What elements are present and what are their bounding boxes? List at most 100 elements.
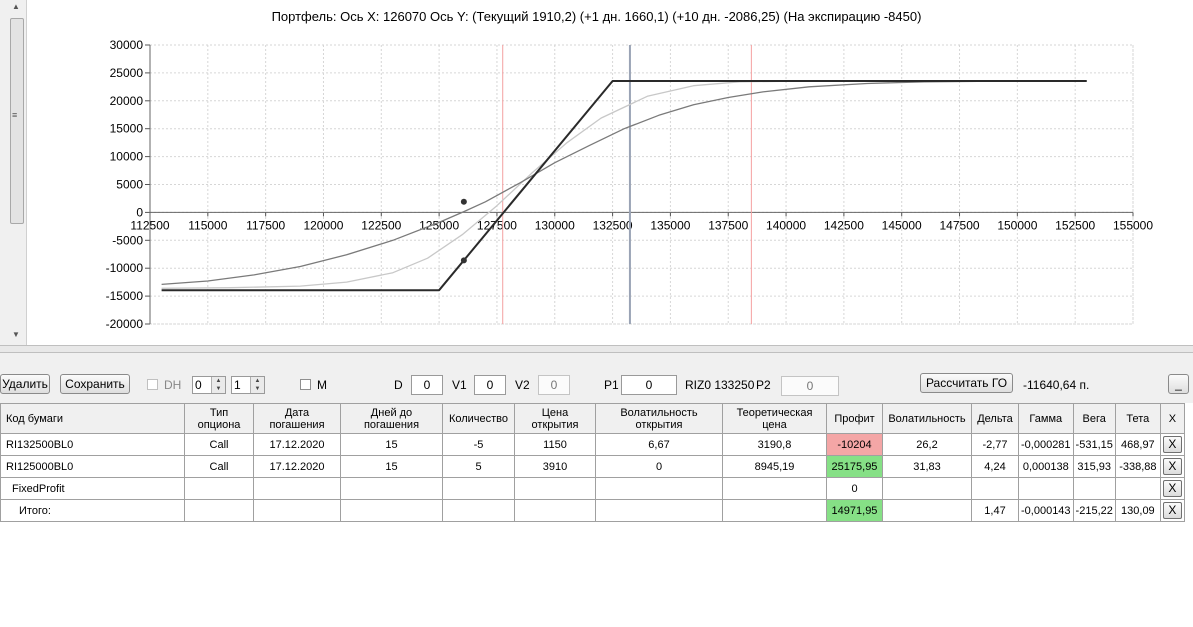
remove-row-button[interactable]: X (1162, 502, 1182, 519)
cell-days[interactable] (340, 499, 443, 522)
cell-open-price[interactable] (514, 477, 596, 500)
remove-row-button[interactable]: X (1162, 480, 1182, 497)
cell-theta[interactable] (1114, 477, 1161, 500)
col-header-vol[interactable]: Волатильность (882, 403, 972, 434)
cell-theo-price[interactable] (722, 499, 827, 522)
cell-open-vol[interactable] (595, 477, 723, 500)
cell-open-price[interactable]: 3910 (514, 455, 596, 478)
col-header-open-vol[interactable]: Волатильность открытия (595, 403, 723, 434)
table-row-total[interactable]: Итого: 14971,95 1,47 -0,000143 -215,22 1… (0, 499, 1185, 522)
scroll-up-icon[interactable]: ▲ (12, 2, 20, 11)
cell-code[interactable]: RI132500BL0 (0, 433, 185, 456)
cell-type[interactable] (184, 477, 254, 500)
cell-vol[interactable] (882, 477, 972, 500)
cell-vol[interactable]: 26,2 (882, 433, 972, 456)
remove-row-button[interactable]: X (1162, 436, 1182, 453)
cell-theo-price[interactable]: 3190,8 (722, 433, 827, 456)
cell-qty[interactable] (442, 477, 515, 500)
cell-open-vol[interactable]: 6,67 (595, 433, 723, 456)
cell-gamma[interactable] (1018, 477, 1074, 500)
cell-delta[interactable] (971, 477, 1019, 500)
delete-button[interactable]: Удалить (0, 374, 50, 394)
v2-input[interactable]: 0 (538, 375, 570, 395)
col-header-delta[interactable]: Дельта (971, 403, 1019, 434)
cell-vega[interactable]: 315,93 (1072, 455, 1116, 478)
cell-profit[interactable]: -10204 (826, 433, 883, 456)
cell-vega[interactable]: -215,22 (1072, 499, 1116, 522)
cell-theta[interactable]: 468,97 (1114, 433, 1161, 456)
save-button[interactable]: Сохранить (60, 374, 130, 394)
v1-input[interactable]: 0 (474, 375, 506, 395)
cell-profit[interactable]: 0 (826, 477, 883, 500)
cell-code[interactable]: Итого: (0, 499, 185, 522)
cell-theta[interactable]: -338,88 (1114, 455, 1161, 478)
cell-code[interactable]: RI125000BL0 (0, 455, 185, 478)
cell-open-vol[interactable]: 0 (595, 455, 723, 478)
spin-input-2[interactable]: 1 ▲ ▼ (231, 376, 265, 394)
cell-vol[interactable]: 31,83 (882, 455, 972, 478)
table-row[interactable]: FixedProfit 0 X (0, 477, 1185, 500)
col-header-gamma[interactable]: Гамма (1018, 403, 1074, 434)
cell-theta[interactable]: 130,09 (1114, 499, 1161, 522)
cell-expiry[interactable]: 17.12.2020 (253, 433, 341, 456)
col-header-profit[interactable]: Профит (826, 403, 883, 434)
cell-profit[interactable]: 14971,95 (826, 499, 883, 522)
cell-code[interactable]: FixedProfit (0, 477, 185, 500)
cell-delta[interactable]: -2,77 (971, 433, 1019, 456)
p2-input[interactable]: 0 (781, 376, 839, 396)
col-header-days[interactable]: Дней до погашения (340, 403, 443, 434)
cell-type[interactable]: Call (184, 433, 254, 456)
cell-theo-price[interactable]: 8945,19 (722, 455, 827, 478)
cell-gamma[interactable]: -0,000281 (1018, 433, 1074, 456)
dh-checkbox[interactable] (147, 379, 158, 390)
cell-qty[interactable] (442, 499, 515, 522)
col-header-type[interactable]: Тип опциона (184, 403, 254, 434)
m-checkbox[interactable] (300, 379, 311, 390)
cell-theo-price[interactable] (722, 477, 827, 500)
col-header-x[interactable]: X (1159, 403, 1185, 434)
cell-vega[interactable] (1072, 477, 1116, 500)
spin-arrows-icon[interactable]: ▲ ▼ (211, 377, 225, 393)
cell-qty[interactable]: 5 (442, 455, 515, 478)
col-header-open-price[interactable]: Цена открытия (514, 403, 596, 434)
cell-days[interactable]: 15 (340, 455, 443, 478)
scroll-down-icon[interactable]: ▼ (12, 330, 20, 339)
scrollbar-thumb[interactable] (10, 18, 24, 224)
spin-input-1[interactable]: 0 ▲ ▼ (192, 376, 226, 394)
cell-days[interactable] (340, 477, 443, 500)
cell-open-price[interactable]: 1150 (514, 433, 596, 456)
cell-open-price[interactable] (514, 499, 596, 522)
cell-type[interactable] (184, 499, 254, 522)
cell-expiry[interactable] (253, 477, 341, 500)
cell-type[interactable]: Call (184, 455, 254, 478)
col-header-code[interactable]: Код бумаги (0, 403, 185, 434)
col-header-theta[interactable]: Тета (1114, 403, 1161, 434)
spin-arrows-icon[interactable]: ▲ ▼ (250, 377, 264, 393)
cell-qty[interactable]: -5 (442, 433, 515, 456)
cell-profit[interactable]: 25175,95 (826, 455, 883, 478)
cell-delta[interactable]: 1,47 (971, 499, 1019, 522)
cell-expiry[interactable] (253, 499, 341, 522)
col-header-vega[interactable]: Вега (1072, 403, 1116, 434)
table-row[interactable]: RI132500BL0 Call 17.12.2020 15 -5 1150 6… (0, 433, 1185, 456)
cell-delta[interactable]: 4,24 (971, 455, 1019, 478)
remove-row-button[interactable]: X (1162, 458, 1182, 475)
chart-title: Портфель: Ось X: 126070 Ось Y: (Текущий … (271, 9, 922, 24)
cell-expiry[interactable]: 17.12.2020 (253, 455, 341, 478)
col-header-expiry[interactable]: Дата погашения (253, 403, 341, 434)
calc-go-button[interactable]: Рассчитать ГО (920, 373, 1013, 393)
cell-open-vol[interactable] (595, 499, 723, 522)
cell-days[interactable]: 15 (340, 433, 443, 456)
vertical-scrollbar[interactable]: ▲ ≡ ▼ (0, 0, 27, 345)
panel-splitter[interactable] (0, 345, 1193, 353)
cell-vol[interactable] (882, 499, 972, 522)
col-header-theo-price[interactable]: Теоретическая цена (722, 403, 827, 434)
cell-vega[interactable]: -531,15 (1072, 433, 1116, 456)
table-row[interactable]: RI125000BL0 Call 17.12.2020 15 5 3910 0 … (0, 455, 1185, 478)
d-input[interactable]: 0 (411, 375, 443, 395)
p1-input[interactable]: 0 (621, 375, 677, 395)
col-header-qty[interactable]: Количество (442, 403, 515, 434)
minimize-button[interactable]: _ (1168, 374, 1189, 394)
cell-gamma[interactable]: -0,000143 (1018, 499, 1074, 522)
cell-gamma[interactable]: 0,000138 (1018, 455, 1074, 478)
